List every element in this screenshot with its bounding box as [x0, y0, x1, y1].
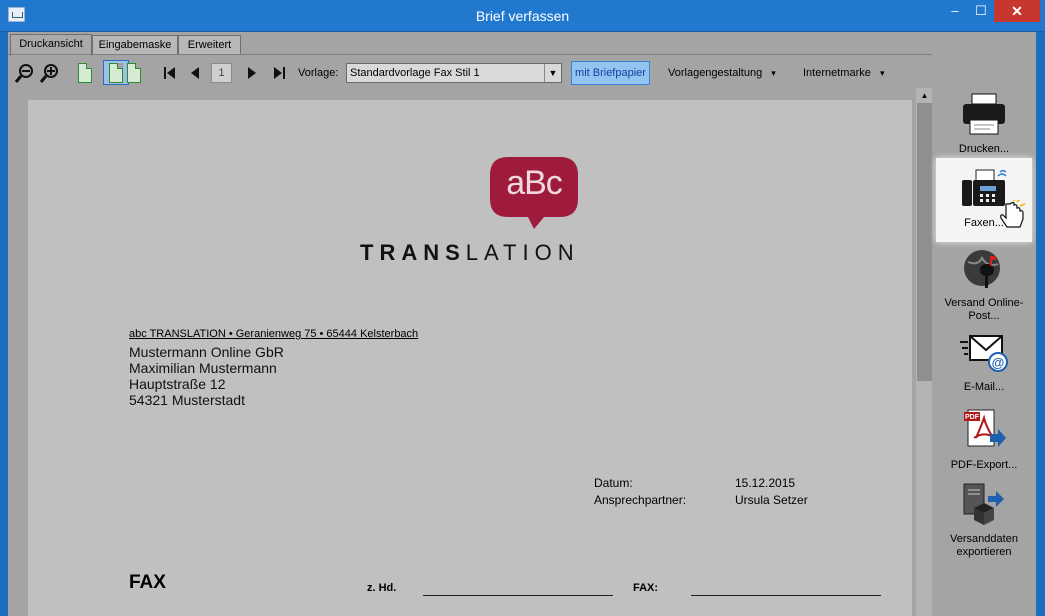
zoom-out-icon[interactable]	[13, 61, 37, 85]
recipient-line: Hauptstraße 12	[129, 376, 226, 392]
drucken-action[interactable]: Drucken...	[932, 92, 1036, 156]
last-page-icon[interactable]	[267, 61, 291, 85]
recipient-line: Maximilian Mustermann	[129, 360, 277, 376]
window-title: Brief verfassen	[475, 8, 570, 24]
svg-text:PDF: PDF	[965, 414, 980, 421]
fax-heading: FAX	[129, 572, 166, 593]
vorlage-label: Vorlage:	[298, 67, 339, 79]
action-panel: Drucken... Faxen... Versand Online-Post.…	[932, 88, 1036, 616]
datum-label: Datum:	[594, 476, 633, 490]
recipient-line: Mustermann Online GbR	[129, 344, 284, 360]
first-page-icon[interactable]	[158, 61, 182, 85]
versanddaten-exportieren-label: Versanddaten exportieren	[950, 533, 1018, 558]
action-panel-top	[932, 32, 1036, 88]
internetmarke-menu[interactable]: Internetmarke ▾	[803, 67, 884, 79]
faxen-action[interactable]: Faxen...	[936, 158, 1032, 242]
logo-wordmark-bold: TRANS	[360, 240, 466, 265]
versanddaten-exportieren-action[interactable]: Versanddaten exportieren	[932, 482, 1036, 559]
letter-page: aBc TRANSLATION abc TRANSLATION • Gerani…	[28, 100, 912, 616]
toolbar: 1 Vorlage: Standardvorlage Fax Stil 1 ▼ …	[8, 54, 1038, 90]
recipient-line: 54321 Musterstadt	[129, 392, 245, 408]
single-page-icon[interactable]	[78, 63, 92, 83]
email-icon: @	[960, 335, 1008, 372]
maximize-button[interactable]: ☐	[968, 0, 994, 22]
printer-icon	[963, 93, 1005, 135]
document-viewer[interactable]: aBc TRANSLATION abc TRANSLATION • Gerani…	[8, 88, 917, 616]
mit-briefpapier-button[interactable]: mit Briefpapier	[571, 61, 650, 85]
ansprechpartner-label: Ansprechpartner:	[594, 493, 687, 507]
page-width-icon[interactable]	[109, 63, 123, 83]
window-titlebar: Brief verfassen – ☐ ✕	[0, 0, 1045, 32]
pdf-export-action[interactable]: PDF PDF-Export...	[932, 408, 1036, 472]
tab-erweitert[interactable]: Erweitert	[178, 35, 241, 55]
fax-number-label: FAX:	[633, 582, 659, 594]
logo-wordmark-rest: LATION	[465, 240, 580, 265]
close-button[interactable]: ✕	[994, 0, 1040, 22]
scroll-thumb[interactable]	[917, 103, 932, 381]
vorlagengestaltung-menu[interactable]: Vorlagengestaltung ▾	[668, 67, 776, 79]
pdf-icon: PDF	[964, 409, 1006, 447]
datum-value: 15.12.2015	[735, 476, 796, 490]
full-page-icon[interactable]	[127, 63, 141, 83]
tab-eingabemaske[interactable]: Eingabemaske	[92, 35, 178, 55]
zhd-label: z. Hd.	[367, 582, 397, 594]
next-page-icon[interactable]	[240, 61, 264, 85]
prev-page-icon[interactable]	[183, 61, 207, 85]
logo-wordmark: TRANSLATION	[360, 240, 580, 266]
sender-address-line: abc TRANSLATION • Geranienweg 75 • 65444…	[129, 328, 419, 340]
pdf-export-label: PDF-Export...	[950, 459, 1018, 471]
versand-online-post-label: Versand Online-Post...	[944, 297, 1024, 322]
vorlage-select-value: Standardvorlage Fax Stil 1	[350, 67, 480, 79]
logo-mark-text: aBc	[506, 164, 563, 202]
main-area: Druckansicht Eingabemaske Erweitert 1 Vo…	[8, 32, 1038, 616]
vorlage-select[interactable]: Standardvorlage Fax Stil 1 ▼	[346, 63, 562, 83]
scroll-up-icon[interactable]: ▲	[916, 90, 933, 102]
svg-text:@: @	[992, 355, 1005, 370]
fax-number-line	[691, 595, 881, 596]
minimize-button[interactable]: –	[942, 0, 968, 22]
tab-druckansicht[interactable]: Druckansicht	[10, 34, 92, 56]
versand-online-post-action[interactable]: Versand Online-Post...	[932, 246, 1036, 323]
vorlagengestaltung-label: Vorlagengestaltung	[668, 67, 763, 79]
zhd-line	[423, 595, 613, 596]
window-border	[1036, 32, 1045, 616]
drucken-label: Drucken...	[958, 143, 1010, 155]
chevron-down-icon: ▼	[544, 64, 561, 82]
export-box-icon	[963, 483, 1004, 525]
hand-cursor-icon	[1000, 200, 1026, 228]
caret-down-icon: ▾	[771, 68, 776, 78]
vertical-scrollbar[interactable]: ▲	[916, 88, 933, 616]
caret-down-icon: ▾	[879, 68, 885, 78]
email-label: E-Mail...	[963, 381, 1005, 393]
page-number-field[interactable]: 1	[211, 63, 232, 83]
ansprechpartner-value: Ursula Setzer	[735, 493, 808, 507]
zoom-in-icon[interactable]	[38, 61, 62, 85]
email-action[interactable]: @ E-Mail...	[932, 330, 1036, 394]
internetmarke-label: Internetmarke	[803, 67, 871, 79]
mailbox-globe-icon	[964, 250, 1000, 288]
